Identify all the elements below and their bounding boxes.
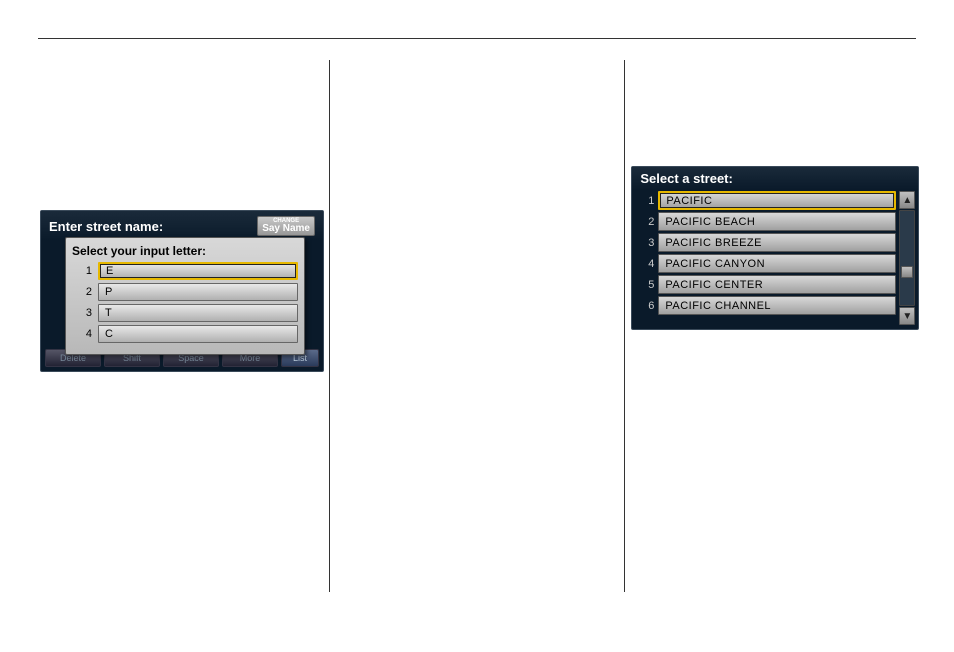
scrollbar-thumb[interactable]	[901, 266, 913, 278]
scrollbar-track[interactable]	[899, 210, 915, 306]
title-bar: Select a street:	[632, 167, 918, 190]
scroll-down-button[interactable]: ▼	[899, 307, 915, 325]
screen-title: Enter street name:	[49, 219, 163, 234]
street-row: 5 PACIFIC CENTER	[636, 275, 896, 294]
popup-row-number: 4	[72, 328, 92, 340]
popup-row: 4 C	[72, 325, 298, 343]
street-cell[interactable]: PACIFIC CHANNEL	[658, 296, 896, 315]
popup-row-number: 1	[72, 265, 92, 277]
street-list: 1 PACIFIC 2 PACIFIC BEACH 3 PACIFIC BREE…	[636, 191, 896, 325]
nav-screenshot-select-street: Select a street: 1 PACIFIC 2 PACIFIC BEA…	[631, 166, 919, 330]
popup-letter-cell[interactable]: C	[98, 325, 298, 343]
street-row: 3 PACIFIC BREEZE	[636, 233, 896, 252]
screen-title: Select a street:	[640, 171, 733, 186]
street-row: 4 PACIFIC CANYON	[636, 254, 896, 273]
input-letter-popup: Select your input letter: 1 E 2 P 3 T 4 …	[65, 237, 305, 355]
nav-screenshot-enter-street: Enter street name: CHANGE Say Name Delet…	[40, 210, 324, 372]
say-name-main: Say Name	[262, 224, 310, 234]
popup-letter-cell[interactable]: T	[98, 304, 298, 322]
popup-row: 1 E	[72, 262, 298, 280]
scroll-up-button[interactable]: ▲	[899, 191, 915, 209]
popup-letter-cell[interactable]: P	[98, 283, 298, 301]
street-row: 1 PACIFIC	[636, 191, 896, 210]
street-row-number: 3	[636, 237, 654, 249]
street-cell[interactable]: PACIFIC BREEZE	[658, 233, 896, 252]
chevron-up-icon: ▲	[902, 195, 912, 206]
street-row-number: 6	[636, 300, 654, 312]
street-row-number: 2	[636, 216, 654, 228]
column-middle	[334, 60, 621, 592]
street-cell[interactable]: PACIFIC	[658, 191, 896, 210]
street-row-number: 5	[636, 279, 654, 291]
say-name-button[interactable]: CHANGE Say Name	[257, 216, 315, 236]
street-row: 2 PACIFIC BEACH	[636, 212, 896, 231]
popup-row-number: 3	[72, 307, 92, 319]
popup-title: Select your input letter:	[72, 244, 298, 258]
street-cell[interactable]: PACIFIC BEACH	[658, 212, 896, 231]
scrollbar: ▲ ▼	[899, 191, 915, 325]
street-row-number: 1	[636, 195, 654, 207]
column-separator	[329, 60, 330, 592]
street-cell[interactable]: PACIFIC CANYON	[658, 254, 896, 273]
column-right: Select a street: 1 PACIFIC 2 PACIFIC BEA…	[629, 60, 916, 592]
street-cell[interactable]: PACIFIC CENTER	[658, 275, 896, 294]
columns-container: Enter street name: CHANGE Say Name Delet…	[38, 60, 916, 592]
column-left: Enter street name: CHANGE Say Name Delet…	[38, 60, 325, 592]
street-row-number: 4	[636, 258, 654, 270]
popup-row-number: 2	[72, 286, 92, 298]
column-separator	[624, 60, 625, 592]
popup-letter-cell[interactable]: E	[98, 262, 298, 280]
street-row: 6 PACIFIC CHANNEL	[636, 296, 896, 315]
chevron-down-icon: ▼	[902, 311, 912, 322]
horizontal-rule	[38, 38, 916, 39]
popup-row: 2 P	[72, 283, 298, 301]
popup-row: 3 T	[72, 304, 298, 322]
